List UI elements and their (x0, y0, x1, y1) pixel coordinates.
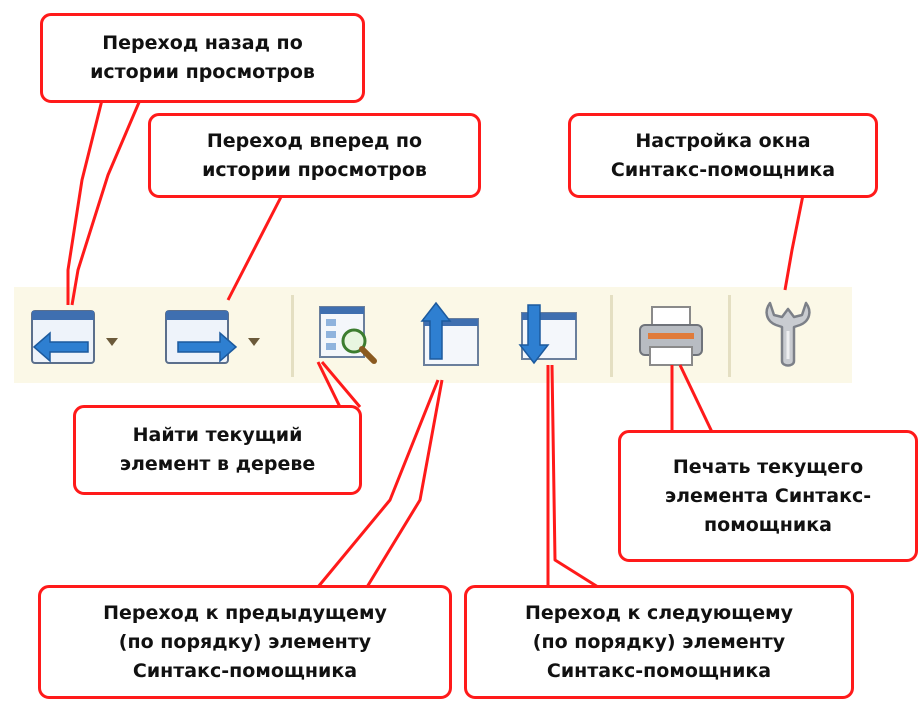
next-element-button[interactable] (514, 299, 582, 369)
previous-element-button[interactable] (416, 299, 484, 369)
print-callout: Печать текущего элемента Синтакс- помощн… (618, 430, 918, 562)
settings-button[interactable] (760, 297, 816, 371)
settings-leader-line (783, 194, 805, 291)
find-callout: Найти текущий элемент в дереве (73, 405, 362, 495)
previous-element-callout: Переход к предыдущему (по порядку) элеме… (38, 585, 452, 699)
back-callout: Переход назад по истории просмотров (40, 13, 365, 103)
printer-icon (639, 306, 703, 366)
prev-leader-line-2 (365, 379, 444, 588)
toolbar-separator (610, 295, 613, 377)
find-in-tree-icon (319, 306, 377, 364)
back-button[interactable] (26, 305, 118, 367)
next-element-callout: Переход к следующему (по порядку) элемен… (464, 585, 854, 699)
print-button[interactable] (636, 303, 706, 369)
toolbar-separator (728, 295, 731, 377)
syntax-helper-toolbar (14, 287, 852, 383)
back-icon (31, 310, 118, 364)
back-leader-line (66, 99, 104, 305)
forward-button[interactable] (160, 305, 260, 367)
wrench-icon (765, 301, 811, 367)
forward-callout: Переход вперед по истории просмотров (148, 113, 481, 198)
find-in-tree-button[interactable] (316, 301, 382, 367)
toolbar-separator (291, 295, 294, 377)
next-element-icon (518, 304, 577, 365)
forward-icon (165, 310, 260, 364)
settings-callout: Настройка окна Синтакс-помощника (568, 113, 878, 198)
next-leader-line-2 (550, 364, 599, 589)
forward-leader-line (226, 194, 284, 301)
previous-element-icon (420, 301, 479, 366)
back-leader-line-2 (70, 99, 142, 306)
